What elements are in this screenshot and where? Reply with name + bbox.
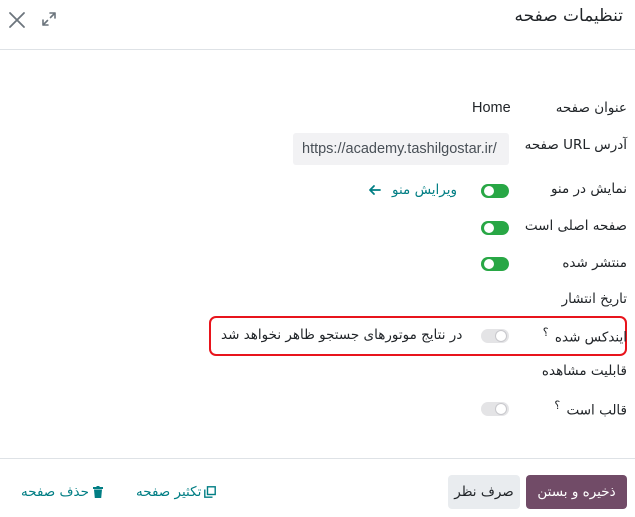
delete-page-label: حذف صفحه: [21, 484, 89, 500]
delete-page-button[interactable]: حذف صفحه: [21, 482, 104, 502]
template-label: قالب است: [566, 402, 627, 419]
indexed-label: ایندکس شده: [554, 329, 627, 346]
indexed-label-wrap: ایندکس شده ؟: [543, 326, 627, 346]
duplicate-icon: [204, 486, 217, 498]
toggle-knob: [496, 331, 506, 341]
url-field[interactable]: https://academy.tashilgostar.ir/: [293, 133, 509, 165]
trash-icon: [92, 486, 103, 498]
toggle-knob: [496, 404, 506, 414]
publish-date-label: تاریخ انتشار: [561, 291, 627, 307]
homepage-label: صفحه اصلی است: [524, 218, 627, 234]
dialog-title: تنظیمات صفحه: [514, 6, 623, 26]
edit-menu-link[interactable]: ویرایش منو: [368, 180, 457, 200]
duplicate-page-label: تکثیر صفحه: [136, 484, 202, 500]
url-label: آدرس URL صفحه: [524, 137, 627, 153]
discard-button[interactable]: صرف نظر: [448, 475, 520, 509]
template-label-wrap: قالب است ؟: [554, 399, 627, 419]
visibility-label: قابلیت مشاهده: [541, 363, 627, 379]
homepage-toggle[interactable]: [481, 221, 509, 235]
indexed-hint-icon[interactable]: ؟: [543, 326, 549, 339]
page-title-label: عنوان صفحه: [555, 100, 627, 116]
save-close-button[interactable]: ذخیره و بستن: [526, 475, 627, 509]
toggle-knob: [484, 223, 494, 233]
indexed-toggle[interactable]: [481, 329, 509, 343]
edit-menu-label: ویرایش منو: [392, 182, 458, 198]
close-icon[interactable]: [7, 10, 27, 30]
published-toggle[interactable]: [481, 257, 509, 271]
duplicate-page-button[interactable]: تکثیر صفحه: [136, 482, 217, 502]
arrow-right-icon: [369, 185, 381, 195]
dialog-header: تنظیمات صفحه: [0, 0, 635, 50]
template-toggle[interactable]: [481, 402, 509, 416]
toggle-knob: [484, 259, 494, 269]
published-label: منتشر شده: [562, 255, 627, 271]
page-title-value[interactable]: Home: [472, 100, 511, 116]
expand-icon[interactable]: [41, 11, 57, 27]
show-in-menu-toggle[interactable]: [481, 184, 509, 198]
indexed-description: در نتایج موتورهای جستجو ظاهر نخواهد شد: [221, 327, 463, 343]
template-hint-icon[interactable]: ؟: [554, 399, 560, 412]
show-in-menu-label: نمایش در منو: [550, 181, 627, 197]
toggle-knob: [484, 186, 494, 196]
